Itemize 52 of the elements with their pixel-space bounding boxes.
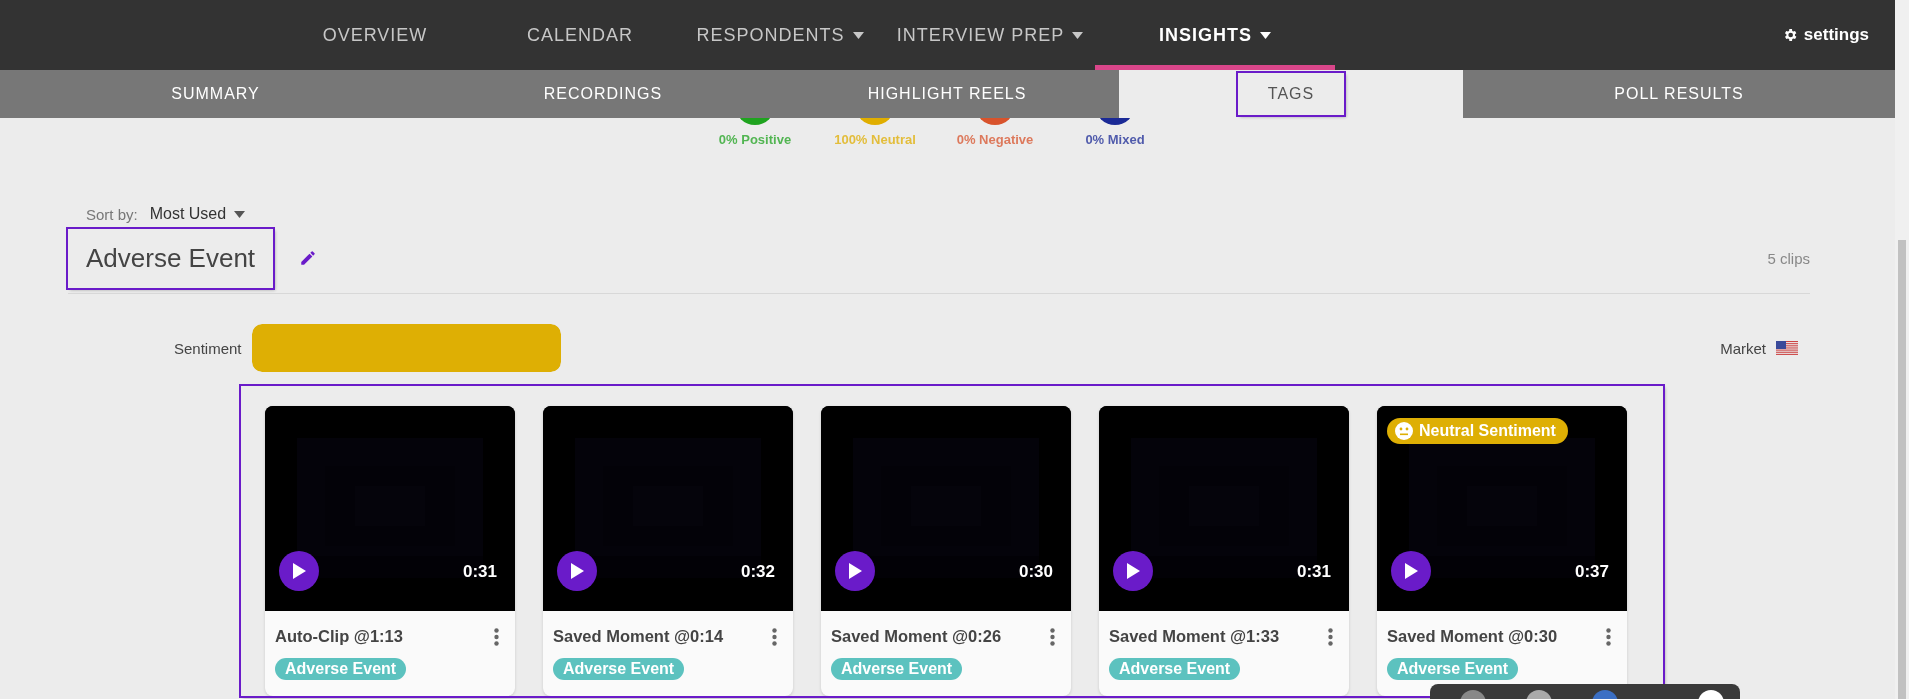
neutral-face-icon <box>1395 422 1413 440</box>
tag-chip: Adverse Event <box>1109 658 1241 680</box>
scrollbar-thumb[interactable] <box>1898 240 1906 699</box>
clip-card[interactable]: 0:31 Auto-Clip @1:13 Adverse Event <box>265 406 515 696</box>
clip-duration: 0:31 <box>1296 562 1331 582</box>
sort-label: Sort by: <box>86 205 138 223</box>
nav-tab[interactable]: RESPONDENTS <box>675 0 885 70</box>
sentiment-percent: 0% Negative <box>956 132 1034 147</box>
sentiment-percent: 0% Mixed <box>1085 132 1145 147</box>
nav-tab[interactable]: CALENDAR <box>485 0 675 70</box>
clip-card[interactable]: Neutral Sentiment 0:37 Saved Moment @0:30 Adverse Event <box>1377 406 1627 696</box>
clip-title: Saved Moment @1:33 <box>1109 627 1280 646</box>
clip-title: Saved Moment @0:14 <box>553 627 724 646</box>
sort-dropdown[interactable]: Most Used <box>149 205 246 223</box>
play-icon <box>1404 563 1418 579</box>
tag-chip: Adverse Event <box>1387 658 1519 680</box>
more-icon <box>1328 627 1333 646</box>
sub-tab[interactable]: TAGS <box>1119 70 1463 118</box>
more-icon <box>1050 627 1055 646</box>
clip-duration: 0:37 <box>1574 562 1609 582</box>
play-icon <box>1126 563 1140 579</box>
sentiment-label: Sentiment <box>174 339 242 357</box>
play-icon <box>848 563 862 579</box>
clip-title: Auto-Clip @1:13 <box>275 627 403 646</box>
caret-icon <box>234 210 246 218</box>
sentiment-badge: Neutral Sentiment <box>1387 418 1568 444</box>
nav-tab[interactable]: INTERVIEW PREP <box>885 0 1095 70</box>
more-icon <box>772 627 777 646</box>
sentiment-percent: 0% Positive <box>718 132 792 147</box>
clip-duration: 0:30 <box>1018 562 1053 582</box>
clip-duration: 0:31 <box>462 562 497 582</box>
play-icon <box>292 563 306 579</box>
clip-title: Saved Moment @0:26 <box>831 627 1002 646</box>
clip-card[interactable]: 0:32 Saved Moment @0:14 Adverse Event <box>543 406 793 696</box>
clip-count: 5 clips <box>1767 249 1810 267</box>
more-icon <box>1606 627 1611 646</box>
market-label: Market <box>1720 339 1766 357</box>
edit-icon[interactable] <box>299 249 318 267</box>
settings-link[interactable]: settings <box>1781 0 1869 70</box>
clip-card[interactable]: 0:31 Saved Moment @1:33 Adverse Event <box>1099 406 1349 696</box>
clip-duration: 0:32 <box>740 562 775 582</box>
clip-title: Saved Moment @0:30 <box>1387 627 1558 646</box>
tag-chip: Adverse Event <box>553 658 685 680</box>
tag-chip: Adverse Event <box>275 658 407 680</box>
tag-title: Adverse Event <box>68 228 274 288</box>
sentiment-percent: 100% Neutral <box>834 132 916 147</box>
nav-tab[interactable]: OVERVIEW <box>265 0 485 70</box>
tag-chip: Adverse Event <box>831 658 963 680</box>
play-icon <box>570 563 584 579</box>
flag-icon <box>1776 340 1798 356</box>
clip-card[interactable]: 0:30 Saved Moment @0:26 Adverse Event <box>821 406 1071 696</box>
more-icon <box>494 627 499 646</box>
